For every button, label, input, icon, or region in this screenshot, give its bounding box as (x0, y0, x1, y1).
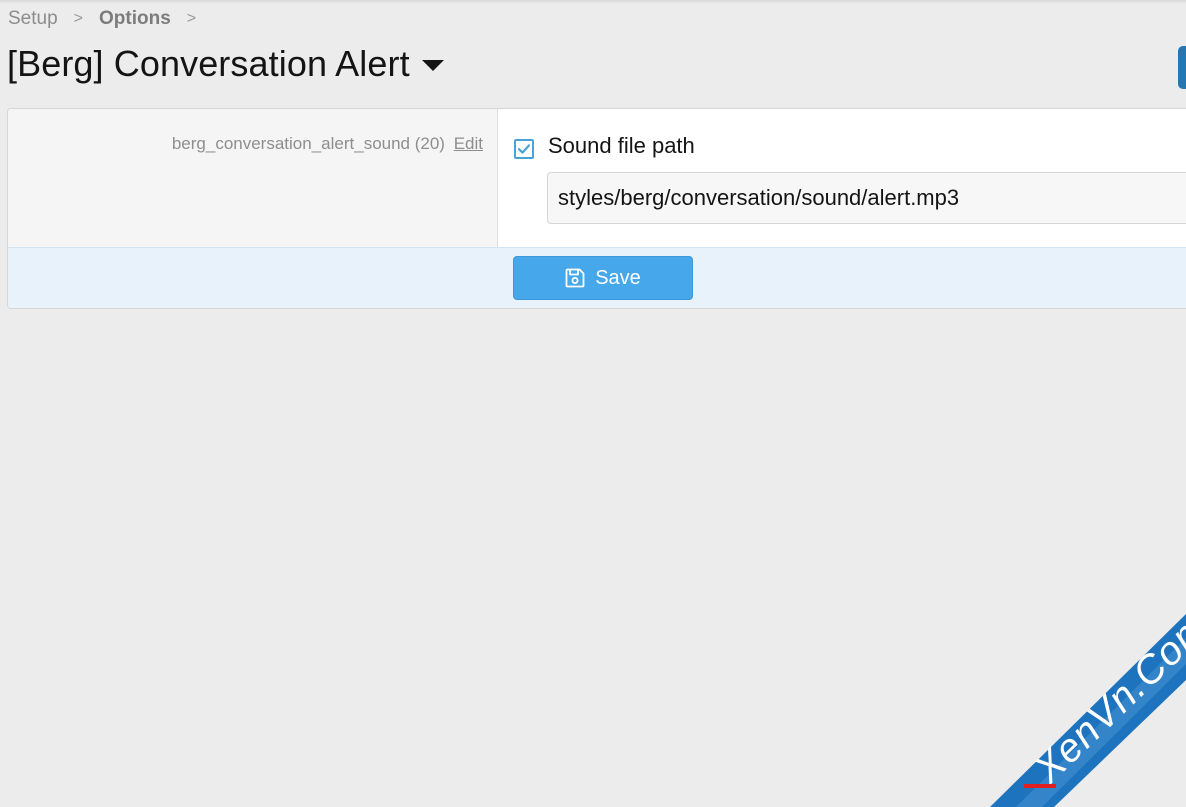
edit-link[interactable]: Edit (454, 134, 483, 153)
breadcrumb-separator: > (73, 10, 83, 27)
page-title: [Berg] Conversation Alert (7, 43, 410, 84)
caret-down-icon[interactable] (421, 59, 444, 71)
form-submit-row: Save (8, 247, 1186, 308)
sound-file-path-input[interactable] (547, 172, 1186, 224)
option-meta-cell: berg_conversation_alert_sound (20) Edit (8, 109, 498, 247)
breadcrumb-item-options[interactable]: Options (99, 8, 171, 30)
option-meta: berg_conversation_alert_sound (20) Edit (172, 134, 483, 154)
breadcrumb: Setup > Options > (8, 7, 212, 31)
sound-file-path-label: Sound file path (548, 133, 695, 158)
sound-file-path-checkbox[interactable] (514, 139, 534, 159)
watermark-logo: XenVn.Com (990, 604, 1186, 807)
watermark-red-mark (1024, 784, 1056, 788)
breadcrumb-item-setup[interactable]: Setup (8, 8, 58, 30)
breadcrumb-separator: > (186, 10, 197, 27)
save-button-label: Save (595, 266, 641, 289)
top-edge-shadow (0, 0, 1186, 4)
floppy-disk-icon (565, 268, 585, 288)
option-value-cell: Sound file path (498, 109, 1186, 247)
title-row: [Berg] Conversation Alert (7, 42, 444, 86)
check-icon (517, 144, 531, 154)
option-panel: berg_conversation_alert_sound (20) Edit … (7, 108, 1186, 309)
save-button[interactable]: Save (513, 256, 693, 300)
top-right-action-button[interactable] (1178, 46, 1186, 89)
option-id-label: berg_conversation_alert_sound (20) (171, 134, 445, 153)
